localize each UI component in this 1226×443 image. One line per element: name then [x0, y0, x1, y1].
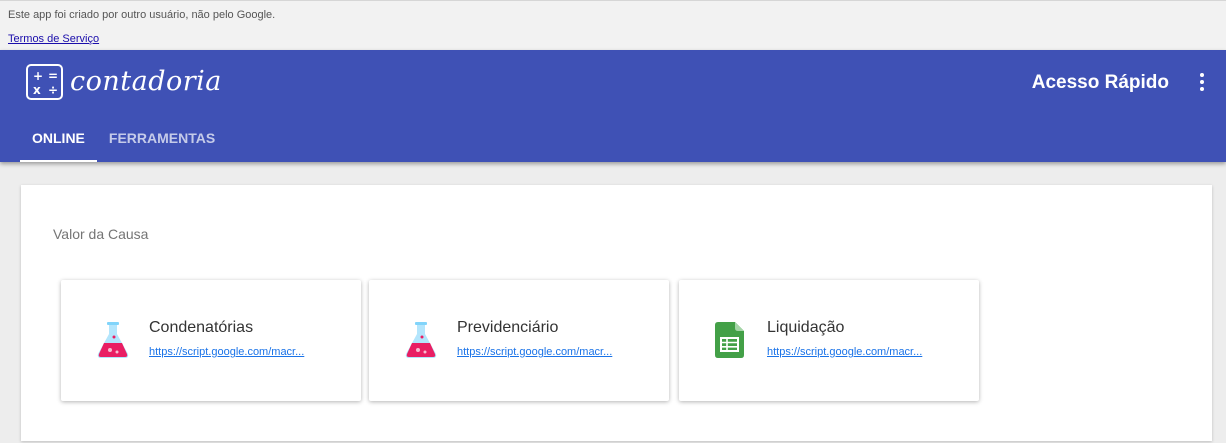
card-title: Previdenciário: [457, 319, 559, 336]
spreadsheet-icon: [715, 322, 744, 358]
app-name: contadoria: [70, 66, 222, 97]
main-panel: Valor da Causa Condenatórias https://scr…: [21, 185, 1212, 441]
flask-icon: [405, 322, 437, 358]
app-header: + = x ÷ contadoria Acesso Rápido ONLINE …: [0, 50, 1226, 162]
tab-bar: ONLINE FERRAMENTAS: [20, 116, 227, 162]
card-title: Liquidação: [767, 319, 845, 336]
notice-message: Este app foi criado por outro usuário, n…: [8, 9, 276, 21]
card-link[interactable]: https://script.google.com/macr...: [457, 345, 637, 359]
section-title: Valor da Causa: [53, 226, 149, 242]
card-link[interactable]: https://script.google.com/macr...: [767, 345, 947, 359]
tab-ferramentas[interactable]: FERRAMENTAS: [97, 116, 227, 162]
calculator-icon: + = x ÷: [26, 64, 63, 100]
terms-of-service-link[interactable]: Termos de Serviço: [8, 32, 99, 46]
more-vert-icon[interactable]: [1197, 72, 1207, 94]
quick-access-button[interactable]: Acesso Rápido: [1032, 71, 1169, 95]
card-title: Condenatórias: [149, 319, 254, 336]
tab-online[interactable]: ONLINE: [20, 116, 97, 162]
card-link[interactable]: https://script.google.com/macr...: [149, 345, 329, 359]
card-previdenciario[interactable]: Previdenciário https://script.google.com…: [369, 280, 669, 401]
card-liquidacao[interactable]: Liquidação https://script.google.com/mac…: [679, 280, 979, 401]
app-logo: + = x ÷ contadoria: [26, 64, 222, 100]
card-condenatorias[interactable]: Condenatórias https://script.google.com/…: [61, 280, 361, 401]
flask-icon: [97, 322, 129, 358]
google-notice-bar: Este app foi criado por outro usuário, n…: [0, 0, 1226, 50]
